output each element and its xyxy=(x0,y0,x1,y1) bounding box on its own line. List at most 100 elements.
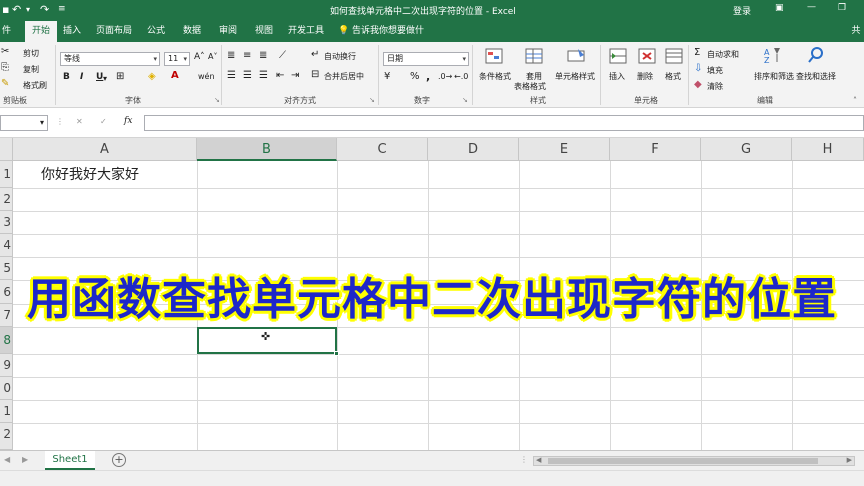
orientation-icon[interactable]: ⟋ xyxy=(279,50,286,61)
minimize-icon[interactable]: — xyxy=(807,2,816,12)
find-select-button[interactable]: 查找和选择 xyxy=(796,71,836,82)
row-header-9[interactable]: 9 xyxy=(0,354,13,377)
name-box[interactable]: ▾ xyxy=(0,115,48,131)
decrease-font-icon[interactable]: A˅ xyxy=(208,52,217,61)
sort-filter-icon[interactable]: AZ xyxy=(762,46,782,64)
scroll-left-icon[interactable]: ◀ xyxy=(536,456,541,464)
align-center-icon[interactable]: ☰ xyxy=(243,70,252,81)
column-header-e[interactable]: E xyxy=(519,138,610,161)
share-button[interactable]: 共 xyxy=(848,21,864,42)
sheet-tab-sheet1[interactable]: Sheet1 xyxy=(45,451,95,470)
conditional-formatting-icon[interactable] xyxy=(484,47,504,65)
format-painter-icon[interactable]: ✎ xyxy=(1,78,9,89)
delete-cells-icon[interactable] xyxy=(637,47,657,65)
scroll-right-icon[interactable]: ▶ xyxy=(847,456,852,464)
cell-styles-button[interactable]: 单元格样式 xyxy=(555,71,595,82)
copy-icon[interactable]: ⎘ xyxy=(1,62,9,73)
number-format-select[interactable]: 日期 ▾ xyxy=(383,52,469,66)
tell-me-box[interactable]: 告诉我你想要做什么 xyxy=(352,21,432,57)
percent-button[interactable]: % xyxy=(410,71,420,82)
dialog-launcher-icon[interactable]: ↘ xyxy=(214,96,220,104)
row-header-3[interactable]: 3 xyxy=(0,211,13,234)
increase-decimal-icon[interactable]: .0→ xyxy=(438,72,452,81)
format-cells-button[interactable]: 格式 xyxy=(665,71,681,82)
tab-file[interactable]: 件 xyxy=(0,21,14,42)
merge-center-icon[interactable]: ⊟ xyxy=(311,69,319,80)
increase-font-icon[interactable]: A˄ xyxy=(194,52,205,62)
align-left-icon[interactable]: ☰ xyxy=(227,70,236,81)
decrease-indent-icon[interactable]: ⇤ xyxy=(276,70,284,81)
align-top-icon[interactable]: ≣ xyxy=(227,50,235,61)
fill-icon[interactable]: ⇩ xyxy=(694,63,702,74)
insert-cells-icon[interactable] xyxy=(608,47,628,65)
fill-button[interactable]: 填充 xyxy=(707,65,723,76)
italic-button[interactable]: I xyxy=(80,72,83,82)
cell-a1[interactable]: 你好我好大家好 xyxy=(41,164,139,184)
autosum-icon[interactable]: Σ xyxy=(694,47,700,58)
font-name-select[interactable]: 等线 ▾ xyxy=(60,52,160,66)
undo-icon[interactable]: ↶ xyxy=(12,3,21,16)
add-sheet-icon[interactable]: + xyxy=(112,453,126,467)
increase-indent-icon[interactable]: ⇥ xyxy=(291,70,299,81)
delete-cells-button[interactable]: 删除 xyxy=(637,71,653,82)
prev-sheet-icon[interactable]: ◀ xyxy=(4,455,10,464)
collapse-ribbon-icon[interactable]: ˄ xyxy=(853,96,857,105)
tab-page-layout[interactable]: 页面布局 xyxy=(92,21,136,42)
horizontal-scrollbar[interactable]: ◀ ▶ xyxy=(533,456,855,466)
customize-toolbar-icon[interactable]: ≡ xyxy=(58,4,66,14)
enter-icon[interactable]: ✓ xyxy=(100,117,107,126)
next-sheet-icon[interactable]: ▶ xyxy=(22,455,28,464)
column-header-g[interactable]: G xyxy=(701,138,792,161)
clear-button[interactable]: 清除 xyxy=(707,81,723,92)
search-icon[interactable] xyxy=(806,46,826,64)
select-all-corner[interactable] xyxy=(0,138,13,161)
dialog-launcher-icon[interactable]: ↘ xyxy=(462,96,468,104)
row-header-10[interactable]: 0 xyxy=(0,377,13,400)
dialog-launcher-icon[interactable]: ↘ xyxy=(369,96,375,104)
chevron-down-icon[interactable]: ▾ xyxy=(103,74,107,83)
insert-cells-button[interactable]: 插入 xyxy=(609,71,625,82)
tab-data[interactable]: 数据 xyxy=(176,21,208,42)
tab-insert[interactable]: 插入 xyxy=(57,21,87,42)
font-size-select[interactable]: 11 ▾ xyxy=(164,52,190,66)
merge-center-button[interactable]: 合并后居中 xyxy=(324,71,364,82)
column-header-f[interactable]: F xyxy=(610,138,701,161)
scissors-icon[interactable]: ✂ xyxy=(1,46,9,57)
border-icon[interactable]: ⊞ xyxy=(116,71,124,82)
row-header-12[interactable]: 2 xyxy=(0,423,13,450)
cut-button[interactable]: 剪切 xyxy=(23,48,39,59)
format-painter-button[interactable]: 格式刷 xyxy=(23,80,47,91)
login-link[interactable]: 登录 xyxy=(733,4,751,17)
undo-dropdown-icon[interactable]: ▾ xyxy=(26,5,30,14)
bold-button[interactable]: B xyxy=(63,72,70,82)
decrease-decimal-icon[interactable]: ←.0 xyxy=(454,72,468,81)
align-right-icon[interactable]: ☰ xyxy=(259,70,268,81)
column-header-h[interactable]: H xyxy=(792,138,864,161)
cancel-icon[interactable]: ✕ xyxy=(76,117,83,126)
format-as-table-button[interactable]: 表格格式 xyxy=(514,81,546,92)
column-header-b[interactable]: B xyxy=(197,138,337,161)
wrap-text-button[interactable]: 自动换行 xyxy=(324,51,356,62)
tab-home[interactable]: 开始 xyxy=(25,21,57,42)
save-icon[interactable]: ▪ xyxy=(2,3,9,16)
font-color-icon[interactable]: A xyxy=(171,70,179,81)
comma-button[interactable]: , xyxy=(426,70,430,83)
column-header-a[interactable]: A xyxy=(13,138,197,161)
align-bottom-icon[interactable]: ≣ xyxy=(259,50,267,61)
tab-developer[interactable]: 开发工具 xyxy=(284,21,328,42)
row-header-8[interactable]: 8 xyxy=(0,327,13,354)
formula-input[interactable] xyxy=(144,115,864,131)
tab-formulas[interactable]: 公式 xyxy=(140,21,172,42)
row-header-2[interactable]: 2 xyxy=(0,188,13,211)
row-header-4[interactable]: 4 xyxy=(0,234,13,257)
column-header-c[interactable]: C xyxy=(337,138,428,161)
format-as-table-icon[interactable] xyxy=(524,47,544,65)
copy-button[interactable]: 复制 xyxy=(23,64,39,75)
format-cells-icon[interactable] xyxy=(664,47,684,65)
scrollbar-thumb[interactable] xyxy=(548,458,818,464)
eraser-icon[interactable]: ◆ xyxy=(694,79,702,90)
column-header-d[interactable]: D xyxy=(428,138,519,161)
wrap-text-icon[interactable]: ↵ xyxy=(311,49,319,60)
sort-filter-button[interactable]: 排序和筛选 xyxy=(754,71,794,82)
row-header-1[interactable]: 1 xyxy=(0,161,13,188)
